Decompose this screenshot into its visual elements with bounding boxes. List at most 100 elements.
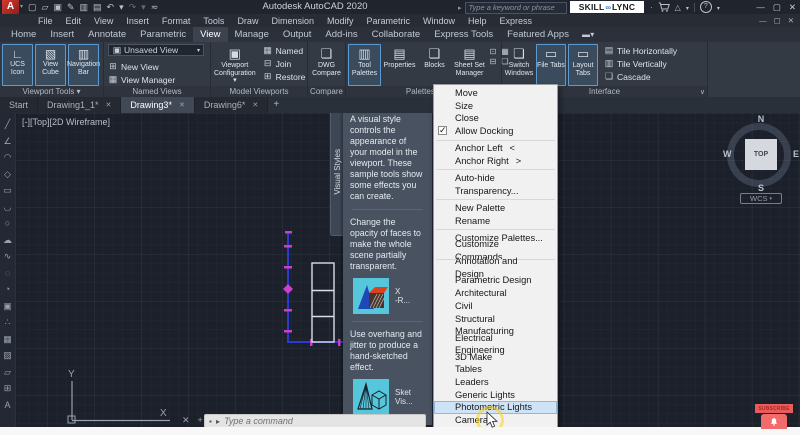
compass-south[interactable]: S — [724, 183, 798, 193]
redo-dropdown-icon[interactable]: ▾ — [141, 0, 146, 14]
palette-extra-icon-1[interactable]: ⊡ — [488, 47, 498, 56]
tile-horizontally-button[interactable]: ▤ Tile Horizontally — [604, 44, 677, 57]
context-menu-item[interactable]: Anchor Left < — [434, 142, 557, 155]
cart-icon[interactable] — [658, 2, 670, 13]
ribbon-tab[interactable]: Insert — [43, 27, 81, 42]
viewcube-top-face[interactable]: TOP — [745, 139, 777, 170]
panel-label[interactable]: Viewport Tools ▾ — [0, 86, 103, 97]
autocad-logo-icon[interactable] — [2, 0, 19, 14]
wcs-dropdown[interactable]: WCS — [740, 193, 782, 204]
point-tool-icon[interactable]: ∴ — [5, 316, 11, 328]
panel-label[interactable]: Compare — [308, 86, 345, 97]
context-menu-item[interactable]: Architectural — [434, 287, 557, 300]
menu-item[interactable]: Format — [162, 16, 191, 26]
context-menu-item[interactable]: Allow Docking — [434, 124, 557, 138]
text-tool-icon[interactable]: A — [4, 399, 10, 411]
help-dropdown-icon[interactable] — [717, 3, 720, 12]
ribbon-tab[interactable]: Express Tools — [427, 27, 500, 42]
context-menu-item[interactable]: Structural — [434, 313, 557, 326]
menu-item[interactable]: Draw — [237, 16, 258, 26]
save-icon[interactable]: ▣ — [53, 0, 62, 14]
context-menu-item[interactable]: Leaders — [434, 376, 557, 389]
tab-drawing3[interactable]: Drawing3* — [121, 97, 195, 113]
region-tool-icon[interactable]: ▱ — [4, 366, 11, 378]
close-icon[interactable] — [182, 415, 190, 426]
navigation-bar-toggle[interactable]: ▥ Navigation Bar — [67, 44, 100, 86]
revision-cloud-tool-icon[interactable]: ☁ — [3, 234, 12, 246]
sketchy-tool[interactable]: Sket Vis... — [353, 379, 425, 415]
sketchy-style-thumbnail[interactable] — [353, 379, 389, 415]
context-menu-item[interactable]: Transparency... — [434, 185, 557, 198]
view-cube-toggle[interactable]: ▧ View Cube — [35, 44, 66, 86]
tile-vertically-button[interactable]: ▥ Tile Vertically — [604, 57, 677, 70]
tab-drawing1-1[interactable]: Drawing1_1* — [38, 97, 122, 113]
logo-dropdown-icon[interactable] — [20, 3, 23, 10]
menu-item[interactable]: Express — [500, 16, 533, 26]
join-viewports-button[interactable]: ⊟ Join — [263, 57, 306, 70]
layout-tabs-toggle[interactable]: ▭ Layout Tabs — [568, 44, 598, 86]
ribbon-tab[interactable]: Manage — [228, 27, 276, 42]
qat-customize-icon[interactable]: ≂ — [151, 0, 159, 14]
menu-item[interactable]: Edit — [66, 16, 82, 26]
context-menu-item[interactable]: Generic Lights — [434, 389, 557, 402]
compass-west[interactable]: W — [723, 149, 732, 159]
save-as-icon[interactable]: ✎ — [67, 0, 75, 14]
file-tabs-toggle[interactable]: ▭ File Tabs — [536, 44, 566, 86]
viewport-controls-label[interactable]: [-][Top][2D Wireframe] — [22, 117, 110, 127]
insert-block-tool-icon[interactable]: ▣ — [3, 300, 12, 312]
arc-3point-tool-icon[interactable]: ◡ — [4, 201, 12, 213]
arc-tool-icon[interactable]: ◠ — [4, 151, 12, 163]
ellipse-arc-tool-icon[interactable]: ◔ — [5, 283, 10, 295]
named-view-dropdown[interactable]: ▣ Unsaved View — [108, 44, 204, 56]
hatch-tool-icon[interactable]: ▦ — [3, 333, 12, 345]
compass-east[interactable]: E — [793, 149, 799, 159]
polygon-tool-icon[interactable]: ◇ — [4, 168, 11, 180]
context-menu-item[interactable] — [436, 169, 555, 171]
ribbon-tab[interactable]: View — [193, 27, 228, 42]
viewcube[interactable]: N W E S TOP WCS — [723, 114, 799, 206]
xray-style-thumbnail[interactable] — [353, 278, 389, 314]
new-file-icon[interactable]: ▢ — [28, 0, 37, 14]
ribbon-tab[interactable]: Featured Apps — [500, 27, 576, 42]
line-tool-icon[interactable]: ╱ — [5, 118, 10, 130]
new-view-button[interactable]: ⊞ New View — [108, 60, 208, 73]
context-menu-item[interactable] — [436, 199, 555, 201]
menu-item[interactable]: Tools — [203, 16, 224, 26]
new-drawing-tab-button[interactable] — [268, 97, 284, 113]
spline-tool-icon[interactable]: ∿ — [4, 250, 12, 262]
open-file-icon[interactable]: ▱ — [42, 0, 49, 14]
doc-minimize-button[interactable] — [759, 16, 767, 25]
command-input[interactable]: Type a command — [224, 416, 293, 426]
ribbon-tab[interactable]: Parametric — [133, 27, 193, 42]
doc-close-button[interactable] — [788, 16, 794, 25]
menu-item[interactable]: Window — [423, 16, 455, 26]
ribbon-tab[interactable]: Collaborate — [365, 27, 428, 42]
sheet-set-manager-button[interactable]: ▤ Sheet Set Manager — [453, 44, 486, 86]
compass-north[interactable]: N — [724, 114, 798, 124]
ribbon-display-toggle-icon[interactable] — [582, 27, 593, 42]
menu-item[interactable]: Help — [468, 16, 487, 26]
redo-icon[interactable]: ↷ — [129, 0, 137, 14]
cascade-button[interactable]: ❏ Cascade — [604, 70, 677, 83]
tool-palettes-button[interactable]: ▥ Tool Palettes — [348, 44, 381, 86]
context-menu-item[interactable]: Size — [434, 100, 557, 113]
restore-viewports-button[interactable]: ⊞ Restore — [263, 70, 306, 83]
tab-drawing6[interactable]: Drawing6* — [194, 97, 269, 113]
context-menu-item[interactable] — [436, 139, 555, 141]
menu-item[interactable]: File — [38, 16, 53, 26]
context-menu-item[interactable]: Electrical Engineering — [434, 333, 557, 356]
help-icon[interactable]: ? — [699, 1, 712, 13]
menu-item[interactable]: Insert — [126, 16, 149, 26]
view-manager-button[interactable]: ▦ View Manager — [108, 73, 208, 86]
context-menu-item[interactable]: Move — [434, 87, 557, 100]
menu-item[interactable]: View — [94, 16, 113, 26]
tab-start[interactable]: Start — [0, 97, 39, 113]
palette-extra-icon-3[interactable]: ⊟ — [488, 57, 498, 66]
close-button[interactable] — [789, 2, 796, 13]
doc-restore-button[interactable] — [774, 16, 781, 25]
context-menu-item[interactable]: Parametric Design — [434, 274, 557, 287]
search-input[interactable]: Type a keyword or phrase — [464, 2, 567, 14]
ribbon-tab[interactable]: Output — [276, 27, 319, 42]
add-layout-icon[interactable] — [198, 415, 203, 426]
command-line[interactable]: Type a command — [204, 414, 426, 428]
